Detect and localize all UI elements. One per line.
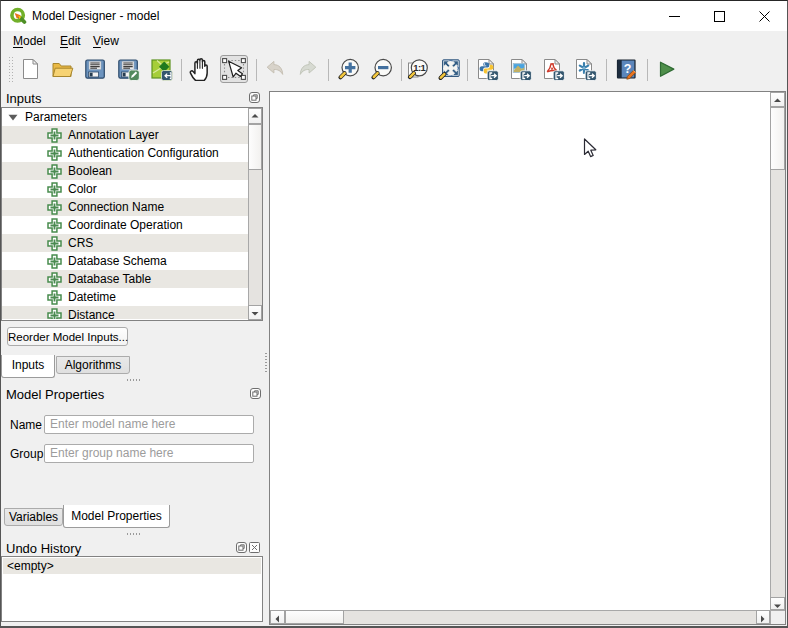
- svg-text:1:1: 1:1: [413, 62, 426, 73]
